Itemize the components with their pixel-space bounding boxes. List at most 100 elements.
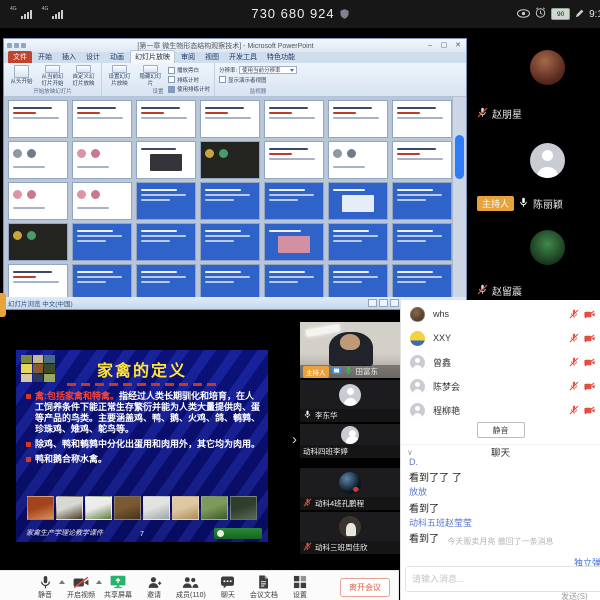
maximize-icon[interactable]: ▢	[439, 42, 449, 50]
checkbox-play-narration[interactable]: 播放旁白	[168, 66, 210, 74]
toolbar-camera-off-button[interactable]: 开启视频	[67, 575, 95, 600]
video-tile[interactable]: 动科三班周佳欣	[300, 512, 400, 554]
quick-access-toolbar[interactable]	[7, 43, 26, 48]
toolbar-invite-button[interactable]: 邀请	[141, 575, 167, 600]
edge-handle[interactable]	[0, 293, 6, 317]
chat-input-box	[405, 566, 600, 592]
slide-thumbnail[interactable]	[264, 223, 324, 261]
mic-icon	[344, 366, 353, 377]
slide-thumbnail[interactable]	[136, 182, 196, 220]
view-normal-icon[interactable]	[368, 299, 377, 307]
slide-thumbnail[interactable]	[136, 100, 196, 138]
ribbon-button-from-beginning[interactable]: 从头开始	[8, 65, 35, 87]
checkbox-presenter-view[interactable]: 显示演示者视图	[219, 76, 297, 84]
slide-thumbnail[interactable]	[392, 223, 452, 261]
slide-thumbnail[interactable]	[264, 182, 324, 220]
ppt-tab[interactable]: 动画	[106, 51, 128, 63]
slide-thumbnail[interactable]	[136, 223, 196, 261]
slide-thumbnail[interactable]	[392, 100, 452, 138]
ppt-tab[interactable]: 开发工具	[225, 51, 261, 63]
chevron-down-icon[interactable]: ∨	[407, 448, 413, 457]
video-tile[interactable]: 动科4班孔鹏程	[300, 468, 400, 510]
slide-thumbnail[interactable]	[200, 141, 260, 179]
send-button[interactable]: 发送(S)	[561, 591, 588, 600]
video-tile[interactable]: 主持人田富东	[300, 322, 400, 378]
ppt-tab[interactable]: 视图	[201, 51, 223, 63]
participant-avatar[interactable]	[530, 143, 565, 178]
slide-thumbnail[interactable]	[72, 141, 132, 179]
slide-thumbnail[interactable]	[136, 141, 196, 179]
slide-thumbnail[interactable]	[200, 264, 260, 297]
toolbar-settings-button[interactable]: 设置	[287, 575, 313, 600]
ppt-tab[interactable]: 插入	[58, 51, 80, 63]
toolbar-members-button[interactable]: 成员(110)	[176, 575, 206, 600]
host-badge: 主持人	[303, 366, 329, 378]
slide-thumbnail[interactable]	[392, 141, 452, 179]
mute-button[interactable]: 静音	[477, 422, 525, 438]
slide-thumbnail[interactable]	[8, 264, 68, 297]
ribbon-button-custom-show[interactable]: 自定义幻灯片放映	[70, 65, 97, 87]
ppt-tab[interactable]: 审阅	[177, 51, 199, 63]
member-row[interactable]: 曾鑫	[401, 350, 600, 374]
chevron-right-icon[interactable]: ›	[292, 432, 297, 447]
slide-thumbnail[interactable]	[72, 182, 132, 220]
caret-up-icon[interactable]	[59, 580, 65, 584]
slide-thumbnail[interactable]	[392, 182, 452, 220]
member-row[interactable]: whs	[401, 302, 600, 326]
leave-meeting-button[interactable]: 离开会议	[340, 578, 390, 597]
participant-avatar[interactable]	[530, 50, 565, 85]
slide-thumbnail[interactable]	[328, 182, 388, 220]
ppt-tab[interactable]: 特色功能	[263, 51, 299, 63]
checkbox-rehearse-timing[interactable]: 排练计时	[168, 76, 210, 84]
ribbon-button-from-current[interactable]: 从当前幻灯片开始	[39, 65, 66, 87]
toolbar-share-screen-button[interactable]: 共享屏幕	[104, 575, 132, 600]
member-row[interactable]: 陈梦会	[401, 374, 600, 398]
chat-input[interactable]	[406, 567, 600, 591]
member-row[interactable]: 程柳艳	[401, 398, 600, 422]
resolution-dropdown[interactable]: 使用当前分辨率	[239, 66, 297, 74]
ppt-tab[interactable]: 幻灯片放映	[130, 50, 175, 63]
member-row[interactable]: XXY	[401, 326, 600, 350]
toolbar-chat-button[interactable]: 聊天	[215, 575, 241, 600]
slide-thumbnail[interactable]	[8, 100, 68, 138]
ribbon-group-label: 监视器	[215, 87, 301, 95]
slide-thumbnail[interactable]	[328, 100, 388, 138]
minimize-icon[interactable]: –	[425, 42, 435, 50]
ppt-file-tab[interactable]: 文件	[8, 51, 32, 63]
slide-thumbnail[interactable]	[200, 182, 260, 220]
toolbar-docs-button[interactable]: 会议文档	[250, 575, 278, 600]
slide-thumbnail[interactable]	[328, 141, 388, 179]
sorter-scrollbar[interactable]	[452, 97, 466, 297]
close-icon[interactable]: ✕	[453, 42, 463, 50]
caret-up-icon[interactable]	[96, 580, 102, 584]
poultry-photo	[85, 496, 112, 520]
slide-thumbnail[interactable]	[392, 264, 452, 297]
video-tile[interactable]: 李东华	[300, 380, 400, 422]
toolbar-mic-button[interactable]: 静音	[32, 575, 58, 600]
ppt-tab[interactable]: 设计	[82, 51, 104, 63]
camera-muted-icon	[584, 382, 595, 391]
video-tile[interactable]: 动科四班李婷	[300, 424, 400, 458]
slide-thumbnail[interactable]	[136, 264, 196, 297]
slide-thumbnail[interactable]	[72, 223, 132, 261]
slide-thumbnail[interactable]	[328, 264, 388, 297]
participant-avatar[interactable]	[530, 230, 565, 265]
slide-thumbnail[interactable]	[200, 223, 260, 261]
scrollbar-thumb[interactable]	[455, 135, 464, 179]
ppt-tab[interactable]: 开始	[34, 51, 56, 63]
slide-thumbnail[interactable]	[8, 141, 68, 179]
slide-thumbnail[interactable]	[72, 264, 132, 297]
view-sorter-icon[interactable]	[379, 299, 388, 307]
slide-thumbnail[interactable]	[264, 141, 324, 179]
slide-thumbnail[interactable]	[200, 100, 260, 138]
slide-thumbnail[interactable]	[8, 182, 68, 220]
slide-thumbnail[interactable]	[264, 264, 324, 297]
slide-thumbnail[interactable]	[264, 100, 324, 138]
ribbon-button-setup-show[interactable]: 设置幻灯片放映	[106, 65, 133, 87]
slide-thumbnail[interactable]	[8, 223, 68, 261]
slide-thumbnail[interactable]	[72, 100, 132, 138]
ribbon-button-hide-slide[interactable]: 隐藏幻灯片	[137, 65, 164, 87]
checkbox-icon	[219, 76, 226, 83]
view-show-icon[interactable]	[390, 299, 399, 307]
slide-thumbnail[interactable]	[328, 223, 388, 261]
